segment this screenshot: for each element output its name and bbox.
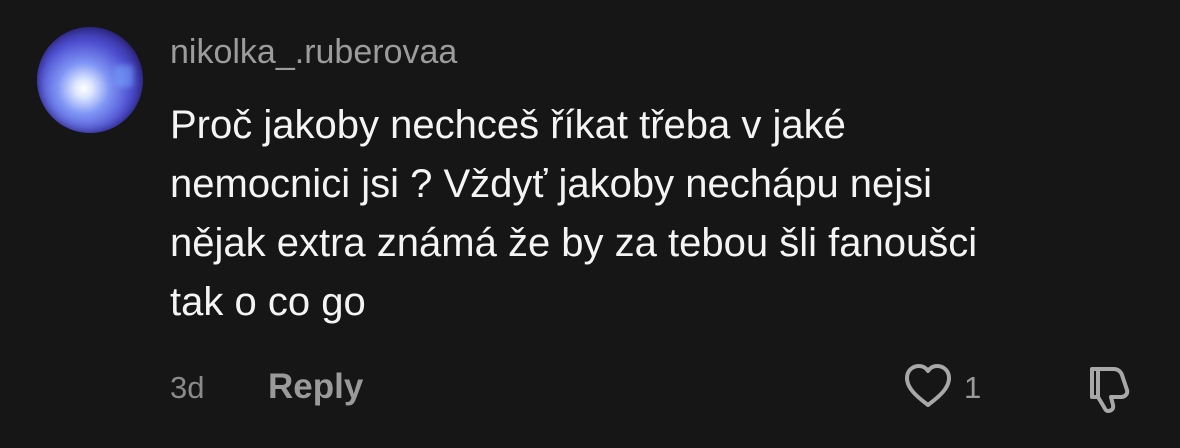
thumbs-down-icon <box>1082 367 1134 418</box>
heart-outline-icon <box>902 362 954 415</box>
username[interactable]: nikolka_.ruberovaa <box>170 32 457 72</box>
reply-button[interactable]: Reply <box>268 366 363 408</box>
dislike-button[interactable] <box>1082 362 1134 414</box>
comment-timestamp: 3d <box>170 370 205 405</box>
like-button[interactable]: 1 <box>902 362 982 415</box>
avatar[interactable] <box>37 27 143 133</box>
like-count: 1 <box>964 370 982 405</box>
comment-item: nikolka_.ruberovaa Proč jakoby nechceš ř… <box>0 0 1180 448</box>
comment-text: Proč jakoby nechceš říkat třeba v jaké n… <box>170 103 978 324</box>
